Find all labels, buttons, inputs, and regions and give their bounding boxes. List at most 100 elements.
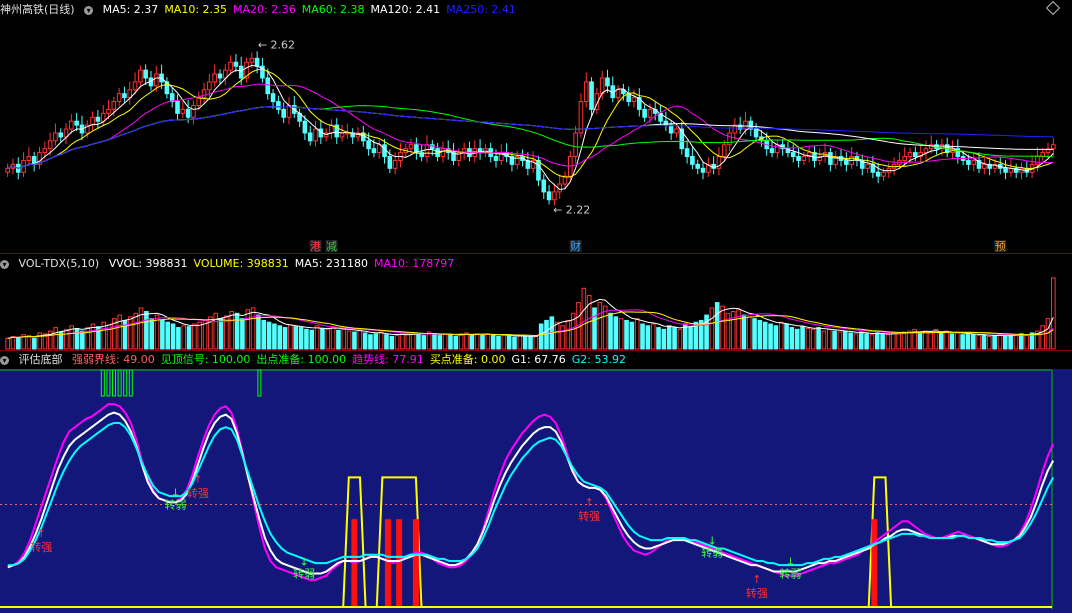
- volume-bar: [656, 327, 661, 350]
- volume-bar: [672, 327, 677, 350]
- candle-body: [5, 167, 10, 173]
- candle-body: [281, 108, 286, 118]
- collapse-icon[interactable]: ▾: [0, 259, 9, 269]
- volume-bar: [266, 321, 272, 350]
- volume-bar: [528, 336, 533, 350]
- indicator-chart[interactable]: ↑转强↓转弱↑转强↓转弱↑转强↓转弱↑转强↓转弱↑转强: [0, 369, 1072, 613]
- candle-body: [642, 108, 647, 118]
- signal-label: 转弱: [293, 566, 315, 580]
- candle-body: [26, 156, 32, 161]
- volume-bar: [736, 309, 741, 350]
- candle-body: [100, 112, 106, 122]
- volume-bar: [464, 332, 469, 350]
- volume-bar: [890, 332, 896, 350]
- volume-bar: [421, 335, 427, 350]
- signal-label: 转弱: [779, 566, 801, 580]
- ma20-line: [7, 83, 1054, 169]
- volume-bar: [229, 311, 235, 350]
- price-chart[interactable]: ← 2.62 ← 2.22 港减 财 预: [0, 17, 1072, 253]
- volume-bar: [1024, 335, 1029, 350]
- signal-label: 转弱: [165, 497, 187, 511]
- volume-bar: [608, 312, 613, 350]
- buy-signal-bar: [871, 519, 878, 607]
- volume-bar: [410, 332, 416, 350]
- buy-signal-bar: [396, 519, 403, 607]
- candle-body: [865, 163, 870, 169]
- volume-bar: [352, 331, 357, 350]
- volume-bar: [416, 334, 421, 350]
- candle-body: [371, 148, 377, 154]
- candle-body: [53, 132, 58, 142]
- indicator-legend-item: G2: 53.92: [571, 353, 626, 366]
- volume-bar: [80, 330, 85, 350]
- volume-bar: [853, 333, 859, 350]
- volume-bar: [971, 334, 976, 350]
- signal-label: 转强: [30, 540, 52, 554]
- volume-bar: [469, 335, 475, 350]
- candle-body: [721, 144, 727, 158]
- diamond-icon[interactable]: [1045, 0, 1061, 16]
- volume-header: ▾ VOL-TDX(5,10) VVOL: 398831 VOLUME: 3988…: [0, 256, 466, 271]
- candle-body: [74, 120, 79, 126]
- candle-body: [122, 93, 127, 99]
- volume-bar: [432, 333, 437, 350]
- volume-bar: [938, 332, 944, 350]
- volume-bar: [746, 316, 752, 350]
- volume-bar: [944, 330, 949, 350]
- candle-body: [493, 156, 499, 161]
- divider: [0, 350, 1072, 351]
- volume-bar: [661, 328, 667, 350]
- collapse-icon[interactable]: ▾: [84, 5, 94, 15]
- price-header: 神州高铁(日线) ▾ MA5: 2.37 MA10: 2.35 MA20: 2.36…: [0, 2, 528, 17]
- event-badge: 港: [310, 240, 321, 253]
- volume-bar: [117, 314, 123, 350]
- high-price-label: ← 2.62: [258, 39, 295, 52]
- volume-bar: [960, 334, 965, 350]
- ma60-line: [7, 105, 1054, 169]
- volume-bar: [144, 311, 149, 350]
- volume-bar: [133, 312, 139, 350]
- volume-bar: [448, 334, 453, 350]
- volume-bar: [997, 334, 1003, 350]
- candle-body: [47, 140, 53, 150]
- volume-bar: [245, 309, 251, 350]
- volume-bar: [309, 329, 315, 350]
- volume-bar: [794, 328, 800, 350]
- volume-bar: [634, 318, 640, 350]
- candle-body: [217, 73, 223, 79]
- volume-bar: [597, 302, 603, 350]
- indicator-title: 评估底部: [18, 353, 63, 366]
- volume-bar: [821, 330, 827, 350]
- indicator-legend-item: 买点准备: 0.00: [429, 353, 506, 366]
- volume-bar: [277, 325, 283, 350]
- candle-body: [966, 159, 971, 165]
- candle-body: [907, 152, 913, 158]
- candle-body: [302, 120, 308, 134]
- candle-body: [42, 148, 48, 154]
- collapse-icon[interactable]: ▾: [0, 355, 9, 365]
- volume-bar: [437, 335, 443, 350]
- volume-bar: [533, 336, 539, 350]
- volume-bar: [197, 321, 203, 350]
- candle-body: [1035, 156, 1040, 165]
- price-legend-item: MA20: 2.36: [233, 3, 296, 16]
- volume-bar: [357, 329, 363, 350]
- volume-bar: [917, 332, 923, 350]
- candle-body: [844, 159, 849, 165]
- volume-bar: [368, 334, 373, 350]
- candle-body: [95, 116, 101, 122]
- stock-title: 神州高铁(日线): [0, 3, 75, 16]
- volume-chart[interactable]: [0, 272, 1072, 350]
- volume-bar: [928, 331, 933, 350]
- volume-bar: [858, 331, 864, 350]
- candle-body: [536, 159, 541, 181]
- candle-body: [339, 132, 345, 138]
- candle-body: [668, 124, 674, 134]
- candle-body: [191, 104, 196, 118]
- volume-bar: [1051, 277, 1056, 350]
- price-legend-item: MA250: 2.41: [446, 3, 516, 16]
- volume-bar: [165, 321, 171, 350]
- candle-body: [626, 93, 631, 103]
- volume-bar: [992, 335, 997, 350]
- volume-bar: [517, 335, 523, 350]
